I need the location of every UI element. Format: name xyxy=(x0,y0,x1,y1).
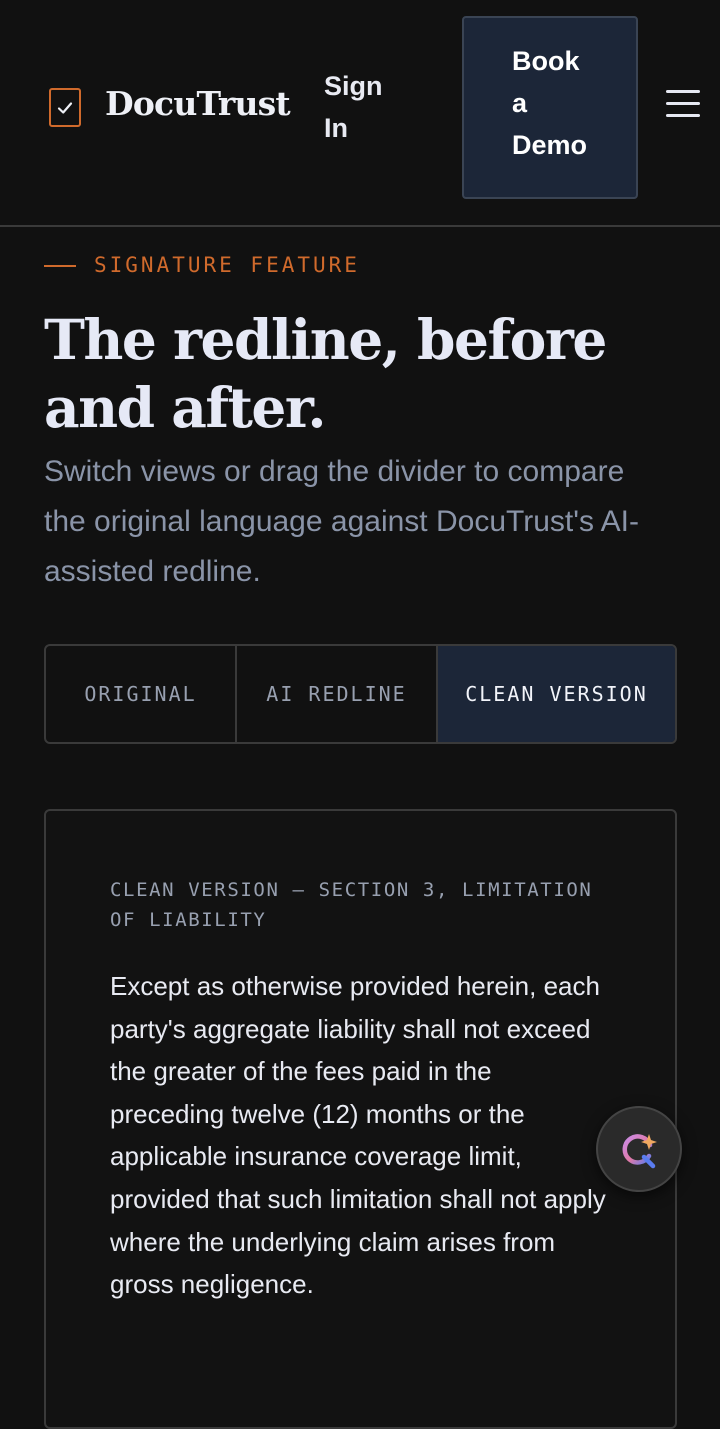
demo-label-line1: Book xyxy=(512,46,580,76)
tab-original[interactable]: ORIGINAL xyxy=(46,646,237,742)
sign-in-link[interactable]: Sign In xyxy=(324,65,414,149)
clause-label: CLEAN VERSION — SECTION 3, LIMITATION OF… xyxy=(110,879,593,931)
tab-clean-version[interactable]: CLEAN VERSION xyxy=(438,646,675,742)
ai-assistant-icon xyxy=(622,1134,657,1169)
clause-card: CLEAN VERSION — SECTION 3, LIMITATION OF… xyxy=(44,809,677,1429)
page-subtitle: Switch views or drag the divider to comp… xyxy=(44,455,639,588)
sign-in-label-line2: In xyxy=(324,113,348,143)
demo-label-line3: Demo xyxy=(512,130,588,160)
tab-clean-version-label: CLEAN VERSION xyxy=(465,681,648,706)
book-demo-button[interactable]: Book a Demo xyxy=(462,16,638,199)
check-square-icon xyxy=(49,88,81,127)
section-eyebrow: SIGNATURE FEATURE xyxy=(94,253,360,277)
demo-label-line2: a xyxy=(512,88,528,118)
brand-name[interactable]: DocuTrust xyxy=(105,84,291,123)
ai-assistant-button[interactable] xyxy=(596,1106,682,1192)
clause-text: Except as otherwise provided herein, eac… xyxy=(110,971,606,1300)
sign-in-label-line1: Sign xyxy=(324,71,383,101)
eyebrow-divider xyxy=(44,265,76,267)
page-title: The redline, before and after. xyxy=(44,307,607,440)
tab-ai-redline[interactable]: AI REDLINE xyxy=(237,646,438,742)
hamburger-menu-icon[interactable] xyxy=(666,90,700,124)
tab-ai-redline-label: AI REDLINE xyxy=(266,681,407,706)
site-header: DocuTrust Sign In Book a Demo xyxy=(0,0,720,227)
view-tabs: ORIGINAL AI REDLINE CLEAN VERSION xyxy=(44,644,677,744)
